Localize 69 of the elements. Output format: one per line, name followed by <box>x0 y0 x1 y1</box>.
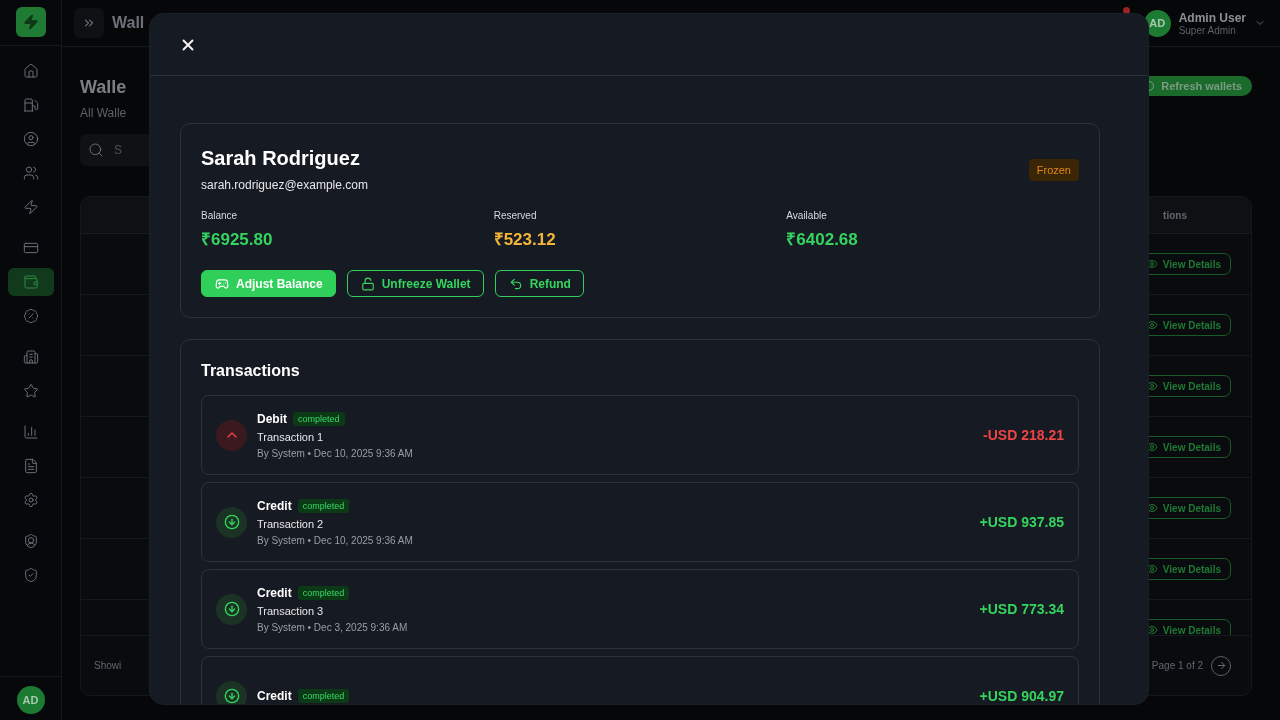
nav-icon <box>22 308 39 324</box>
nav-icon <box>22 458 39 474</box>
nav-icon <box>22 349 39 365</box>
section-title: Transactions <box>201 362 301 380</box>
nav-icon <box>22 63 39 79</box>
action-button[interactable]: Refund <box>494 270 584 297</box>
stat-label: Available <box>786 210 828 221</box>
transaction-type: Credit <box>257 498 292 513</box>
transaction-type: Credit <box>257 585 292 600</box>
column-header: tions <box>1163 209 1187 221</box>
action-button[interactable]: Adjust Balance <box>201 270 336 297</box>
transaction-amount: +USD 937.85 <box>979 514 1064 530</box>
customer-email: sarah.rodriguez@example.com <box>201 178 368 192</box>
transaction-type: Debit <box>257 411 287 426</box>
transaction-meta: By System • Dec 10, 2025 9:36 AM <box>257 534 414 546</box>
customer-name: Sarah Rodriguez <box>201 147 361 170</box>
lightning-logo-icon <box>15 7 46 37</box>
transaction-amount: +USD 904.97 <box>979 688 1064 704</box>
user-avatar[interactable]: AD <box>16 686 45 714</box>
stat-label: Balance <box>201 210 239 221</box>
table-summary: Showi <box>94 660 122 671</box>
transaction-amount: -USD 218.21 <box>983 427 1064 443</box>
expand-sidebar-button[interactable] <box>74 8 104 38</box>
chevron-up-icon <box>216 419 247 451</box>
stat-value: ₹6402.68 <box>786 229 859 250</box>
transaction-type: Credit <box>257 689 292 703</box>
nav-icon <box>22 567 39 583</box>
sidebar-item[interactable] <box>7 268 54 296</box>
status-badge: Frozen <box>1028 158 1079 181</box>
page-title: Walle <box>80 77 127 98</box>
gamepad-icon <box>215 276 229 291</box>
stat-label: Reserved <box>493 210 538 221</box>
transaction-description: Transaction 2 <box>257 517 325 530</box>
nav-icon <box>22 492 39 508</box>
nav-icon <box>22 383 39 399</box>
status-tag: completed <box>297 498 350 513</box>
stat-value: ₹6925.80 <box>201 229 274 250</box>
status-tag: completed <box>297 689 350 703</box>
action-button[interactable]: Unfreeze Wallet <box>346 270 484 297</box>
transaction-amount: +USD 773.34 <box>979 601 1064 617</box>
page-subtitle: All Walle <box>80 106 127 120</box>
pagination-text: Page 1 of 2 <box>1151 660 1203 671</box>
double-chevron-icon <box>82 16 96 30</box>
nav-icon <box>22 131 39 147</box>
search-input[interactable]: S <box>112 142 152 158</box>
arrow-down-circle-icon <box>216 593 247 625</box>
unlocked-padlock-icon <box>360 276 375 291</box>
status-tag: completed <box>297 585 350 600</box>
nav-icon <box>22 199 39 215</box>
transaction-description: Transaction 1 <box>257 430 325 443</box>
user-name: Admin User <box>1178 10 1246 25</box>
nav-icon <box>22 165 39 181</box>
status-tag: completed <box>293 411 345 426</box>
nav-icon <box>22 97 39 113</box>
nav-icon <box>22 424 39 440</box>
topbar-title: Wall <box>112 14 145 32</box>
nav-icon <box>22 533 39 549</box>
undo-arrow-icon <box>508 276 523 291</box>
arrow-down-circle-icon <box>216 680 247 704</box>
arrow-right-icon <box>1215 660 1227 671</box>
nav-icon <box>22 240 39 256</box>
nav-icon <box>22 274 39 290</box>
user-role: Super Admin <box>1178 24 1237 36</box>
transaction-description: Transaction 3 <box>257 604 325 617</box>
arrow-down-circle-icon <box>216 506 247 538</box>
stat-value: ₹523.12 <box>493 229 557 250</box>
transaction-meta: By System • Dec 3, 2025 9:36 AM <box>257 621 409 633</box>
transaction-meta: By System • Dec 10, 2025 9:36 AM <box>257 447 414 459</box>
search-icon <box>88 142 104 158</box>
